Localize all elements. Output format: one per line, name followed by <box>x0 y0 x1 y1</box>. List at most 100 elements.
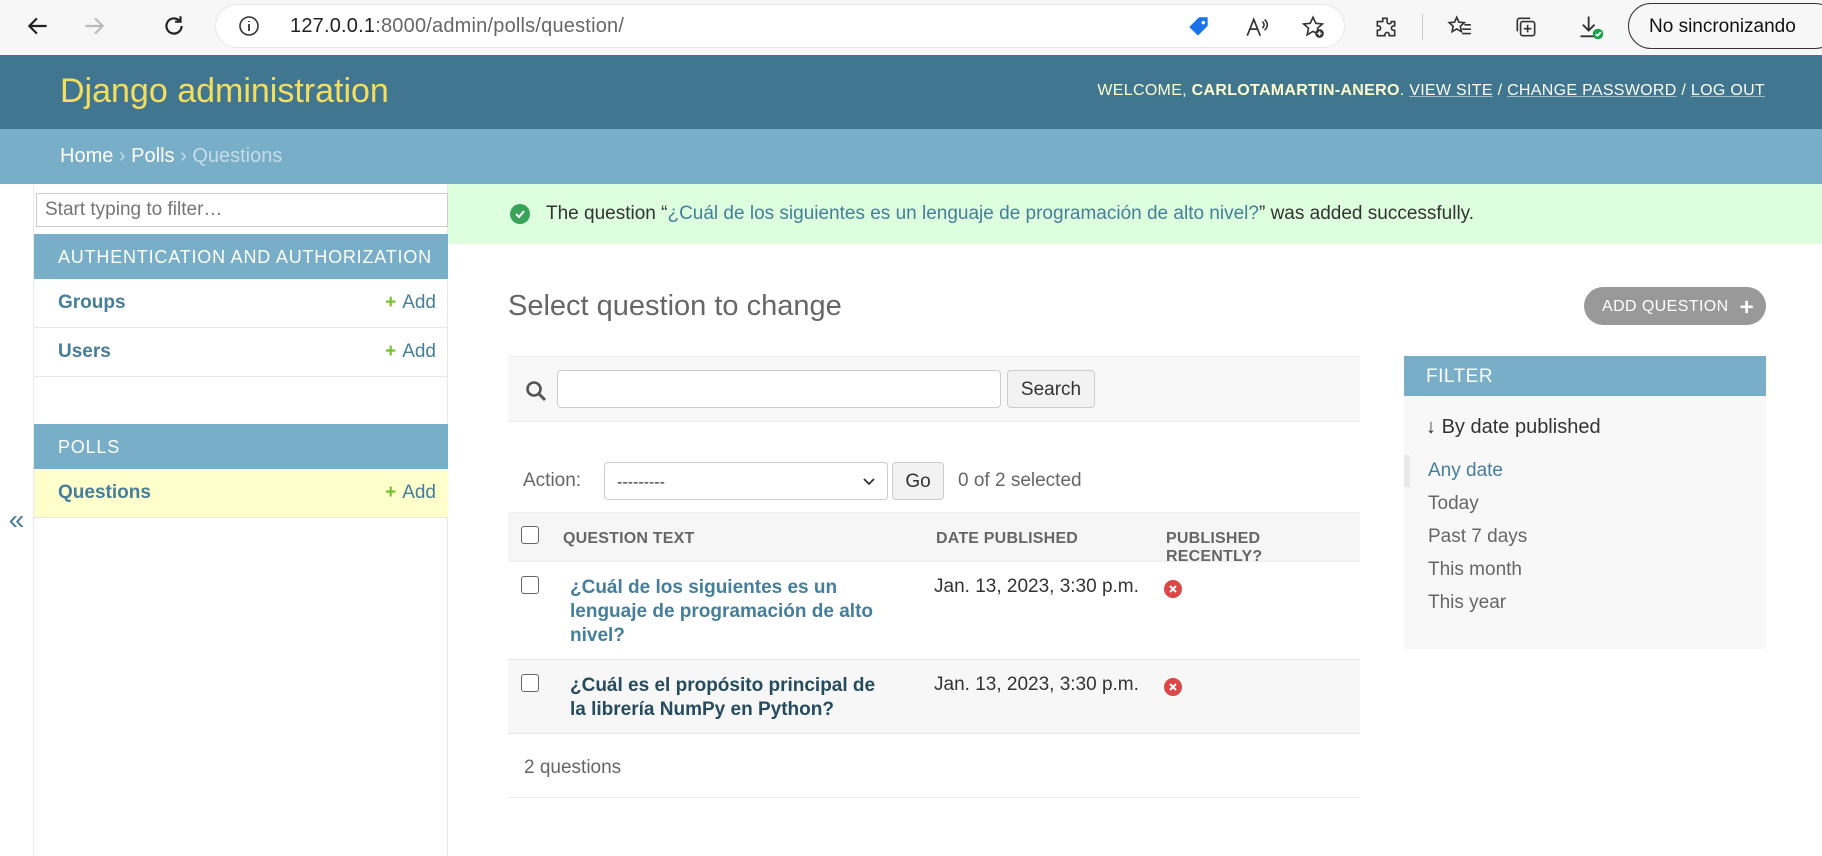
toolbar-divider <box>1422 14 1423 40</box>
go-button[interactable]: Go <box>892 462 944 500</box>
add-label: Add <box>402 292 436 313</box>
separator: / <box>1497 82 1503 99</box>
message-text: The question “¿Cuál de los siguientes es… <box>546 203 1474 225</box>
extensions-icon[interactable] <box>1371 12 1401 42</box>
actions-bar: Action: --------- Go 0 of 2 selected <box>508 448 1360 512</box>
false-icon <box>1164 580 1182 598</box>
filter-caption: Filter <box>1404 356 1766 396</box>
nav-filter-input[interactable] <box>36 193 448 227</box>
add-group-link[interactable]: + Add <box>385 292 436 314</box>
false-icon <box>1164 678 1182 696</box>
selection-counter: 0 of 2 selected <box>958 470 1082 491</box>
plus-icon: + <box>385 341 397 362</box>
table-row: ¿Cuál es el propósito principal de la li… <box>508 660 1360 734</box>
added-question-link[interactable]: ¿Cuál de los siguientes es un lenguaje d… <box>667 203 1259 224</box>
message-suffix: ” was added successfully. <box>1258 203 1475 224</box>
column-header-question-text[interactable]: Question text <box>563 530 695 548</box>
sidebar-item-users[interactable]: Users + Add <box>34 328 448 377</box>
paginator: 2 questions <box>508 742 1360 798</box>
filter-option-today[interactable]: Today <box>1428 493 1479 515</box>
plus-icon: + <box>385 482 397 503</box>
date-published: Jan. 13, 2023, 3:30 p.m. <box>934 674 1139 695</box>
add-question-label: Add question <box>1602 298 1729 315</box>
action-select[interactable]: --------- <box>604 462 888 500</box>
breadcrumb-sep: › <box>118 145 126 167</box>
site-header: Django administration Welcome, carlotama… <box>0 55 1822 129</box>
profile-sync-button[interactable]: No sincronizando <box>1628 3 1822 49</box>
action-select-value: --------- <box>617 474 665 491</box>
site-info-icon[interactable] <box>236 13 262 39</box>
filter-option-this-year[interactable]: This year <box>1428 592 1506 614</box>
add-question-link[interactable]: + Add <box>385 482 436 504</box>
add-label: Add <box>402 482 436 503</box>
add-question-button[interactable]: Add question + <box>1584 287 1766 325</box>
page-title: Select question to change <box>508 290 842 322</box>
select-all-checkbox[interactable] <box>521 526 539 544</box>
date-published: Jan. 13, 2023, 3:30 p.m. <box>934 576 1139 597</box>
filter-title[interactable]: ↓ By date published <box>1426 416 1601 439</box>
log-out-link[interactable]: Log out <box>1691 82 1765 99</box>
separator: / <box>1681 82 1687 99</box>
search-toolbar: Search <box>508 356 1360 422</box>
search-button[interactable]: Search <box>1007 370 1095 408</box>
add-favorite-icon[interactable] <box>1300 14 1326 40</box>
site-brand[interactable]: Django administration <box>60 72 389 111</box>
breadcrumb-home[interactable]: Home <box>60 145 113 167</box>
collections-icon[interactable] <box>1511 12 1541 42</box>
breadcrumb: Home › Polls › Questions <box>0 129 1822 184</box>
downloads-icon[interactable] <box>1576 12 1606 42</box>
welcome-text: Welcome, <box>1097 82 1187 99</box>
success-message: The question “¿Cuál de los siguientes es… <box>448 184 1822 244</box>
collapse-icon: « <box>8 504 25 535</box>
url-path: :8000/admin/polls/question/ <box>375 15 625 37</box>
filter-option-this-month[interactable]: This month <box>1428 559 1522 581</box>
nav-sidebar: Authentication and Authorization Groups … <box>34 184 448 856</box>
filter-option-any-date[interactable]: Any date <box>1428 460 1503 482</box>
message-prefix: The question “ <box>546 203 668 224</box>
table-header: Question text Date published Published r… <box>508 512 1360 565</box>
username: carlotamartin-anero <box>1191 82 1400 99</box>
toggle-nav-sidebar[interactable]: « <box>0 184 34 856</box>
favorites-icon[interactable] <box>1445 12 1475 42</box>
user-tools: Welcome, carlotamartin-anero. View site … <box>1097 82 1765 99</box>
add-label: Add <box>402 341 436 362</box>
back-icon[interactable] <box>18 8 58 44</box>
search-input[interactable] <box>557 370 1001 408</box>
add-user-link[interactable]: + Add <box>385 341 436 363</box>
question-link[interactable]: ¿Cuál es el propósito principal de la li… <box>570 674 890 722</box>
sidebar-item-label[interactable]: Questions <box>58 482 151 504</box>
address-bar[interactable]: 127.0.0.1:8000/admin/polls/question/ <box>216 5 1344 47</box>
selected-indicator <box>1404 455 1410 487</box>
sidebar-item-groups[interactable]: Groups + Add <box>34 279 448 328</box>
change-password-link[interactable]: Change password <box>1507 82 1677 99</box>
breadcrumb-current: Questions <box>192 145 283 167</box>
row-checkbox[interactable] <box>521 674 539 692</box>
plus-icon: + <box>1739 294 1754 321</box>
arrow-down-icon: ↓ <box>1426 416 1442 438</box>
sidebar-item-questions[interactable]: Questions + Add <box>34 469 448 518</box>
column-header-date-published[interactable]: Date published <box>936 530 1078 548</box>
sidebar-item-label[interactable]: Users <box>58 341 111 363</box>
browser-toolbar: 127.0.0.1:8000/admin/polls/question/ No … <box>0 0 1822 55</box>
search-icon <box>526 381 547 402</box>
forward-icon[interactable] <box>74 8 114 44</box>
breadcrumb-polls[interactable]: Polls <box>131 145 174 167</box>
module-caption-auth[interactable]: Authentication and Authorization <box>34 234 448 279</box>
url-host: 127.0.0.1 <box>290 15 376 37</box>
changelist-filter: Filter ↓ By date published Any date Toda… <box>1404 356 1766 649</box>
row-checkbox[interactable] <box>521 576 539 594</box>
plus-icon: + <box>385 292 397 313</box>
question-link[interactable]: ¿Cuál de los siguientes es un lenguaje d… <box>570 576 890 648</box>
view-site-link[interactable]: View site <box>1409 82 1493 99</box>
filter-option-past-7-days[interactable]: Past 7 days <box>1428 526 1527 548</box>
breadcrumb-sep: › <box>180 145 187 167</box>
filter-title-label: By date published <box>1441 416 1601 438</box>
column-header-published-recently[interactable]: Published recently? <box>1166 530 1360 566</box>
refresh-icon[interactable] <box>154 8 194 44</box>
price-tag-icon[interactable] <box>1186 14 1212 40</box>
success-icon <box>510 204 530 224</box>
sidebar-item-label[interactable]: Groups <box>58 292 126 314</box>
url-text: 127.0.0.1:8000/admin/polls/question/ <box>290 15 624 38</box>
module-caption-polls[interactable]: Polls <box>34 424 448 469</box>
read-aloud-icon[interactable] <box>1244 14 1270 40</box>
